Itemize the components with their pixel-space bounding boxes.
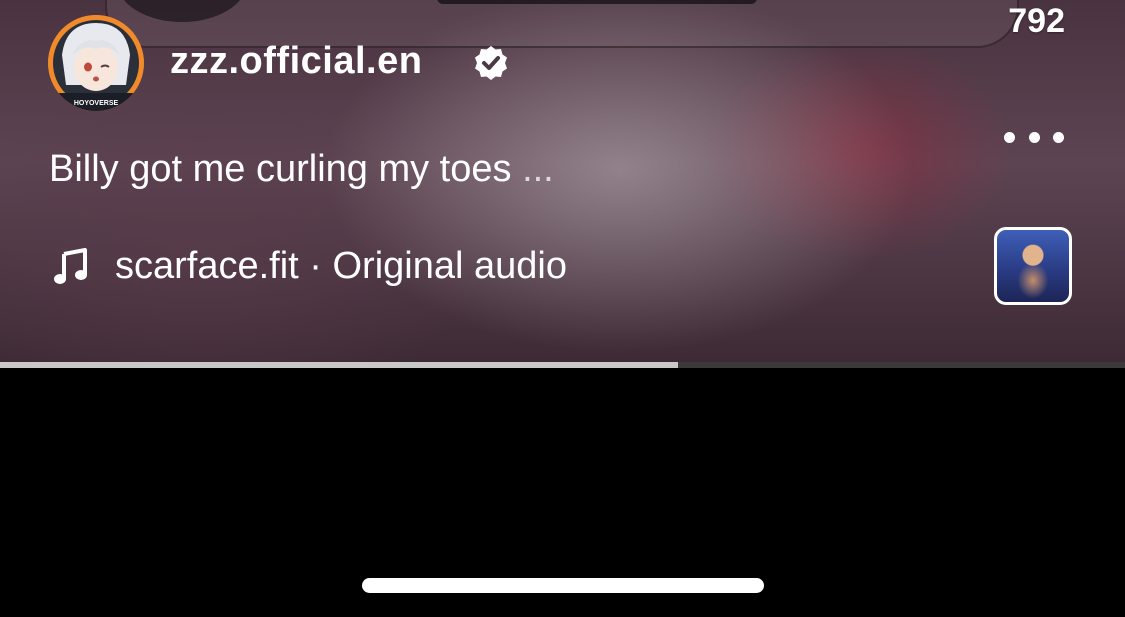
caption-more[interactable]: ... — [522, 148, 554, 190]
avatar[interactable]: HOYOVERSE — [48, 15, 144, 111]
music-note-icon — [54, 248, 87, 284]
overlay-shape — [117, 0, 247, 22]
audio-thumbnail[interactable] — [994, 227, 1072, 305]
overlay-shape — [437, 0, 757, 4]
avatar-logo-text: HOYOVERSE — [74, 100, 119, 107]
menu-dot — [1004, 131, 1015, 143]
like-count[interactable]: 792 — [1008, 2, 1065, 41]
video-player[interactable]: 792 HOYOVERSE zzz.official.en Billy got … — [0, 0, 1125, 364]
verified-badge-icon — [475, 46, 507, 80]
username[interactable]: zzz.official.en — [170, 40, 422, 83]
video-progress-fill — [0, 362, 679, 368]
caption[interactable]: Billy got me curling my toes ... — [49, 148, 554, 191]
audio-label[interactable]: scarface.fit · Original audio — [115, 245, 567, 288]
menu-dot — [1053, 131, 1064, 143]
more-options-icon[interactable] — [1004, 122, 1064, 152]
video-progress-bar[interactable] — [0, 362, 1125, 368]
caption-text: Billy got me curling my toes — [49, 148, 512, 190]
menu-dot — [1028, 131, 1040, 143]
home-indicator[interactable] — [362, 578, 764, 593]
